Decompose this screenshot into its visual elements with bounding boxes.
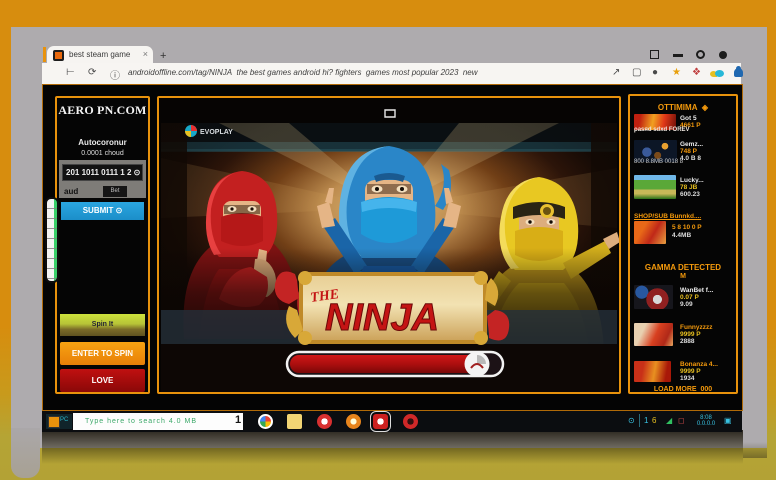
svg-text:NINJA: NINJA <box>325 297 439 339</box>
svg-text:EVOPLAY: EVOPLAY <box>200 129 233 136</box>
